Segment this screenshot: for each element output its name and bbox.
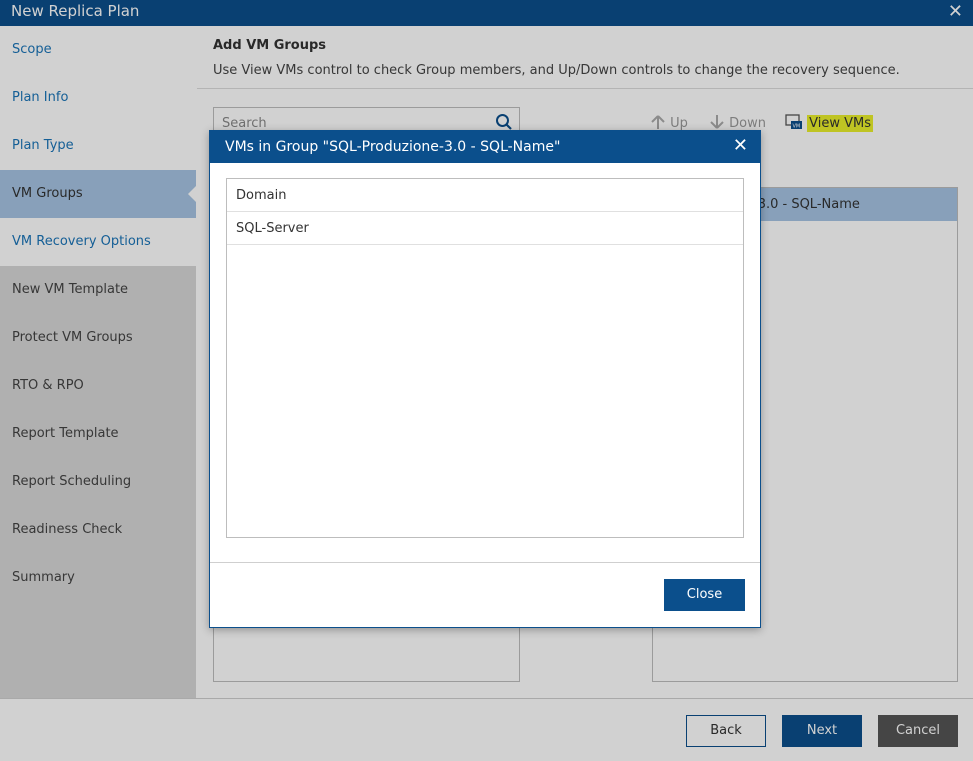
vm-name: SQL-Server xyxy=(236,221,309,236)
list-item[interactable]: Domain xyxy=(227,179,743,212)
vms-in-group-dialog: VMs in Group "SQL-Produzione-3.0 - SQL-N… xyxy=(209,130,761,628)
list-item[interactable]: SQL-Server xyxy=(227,212,743,245)
dialog-header: VMs in Group "SQL-Produzione-3.0 - SQL-N… xyxy=(210,131,760,163)
dialog-close-icon[interactable]: ✕ xyxy=(733,135,748,156)
close-button[interactable]: Close xyxy=(664,579,745,611)
vm-list: Domain SQL-Server xyxy=(226,178,744,538)
vm-name: Domain xyxy=(236,188,287,203)
dialog-title: VMs in Group "SQL-Produzione-3.0 - SQL-N… xyxy=(225,139,561,155)
dialog-divider xyxy=(210,562,760,563)
